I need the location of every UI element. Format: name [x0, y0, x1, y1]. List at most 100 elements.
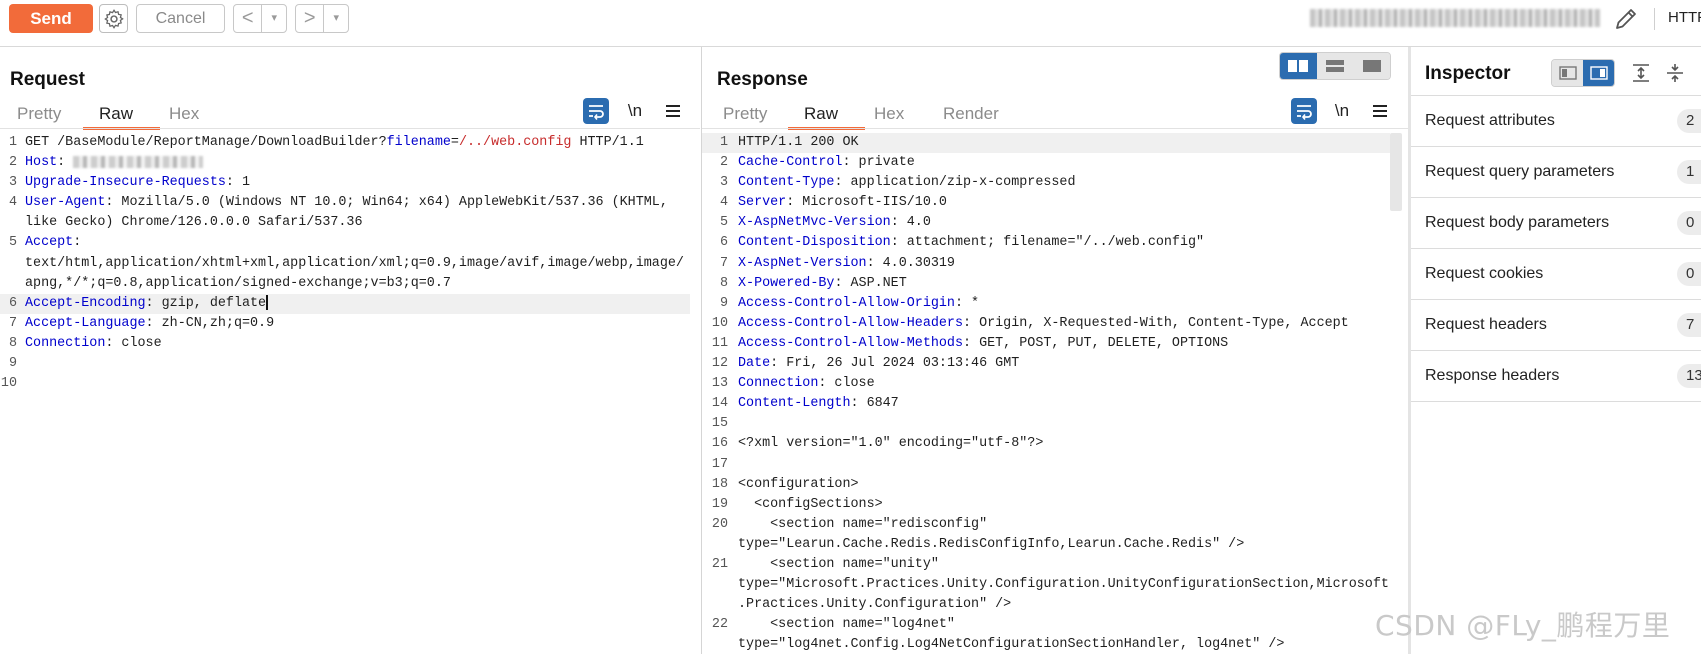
response-code-line: type="Microsoft.Practices.Unity.Configur… — [702, 575, 1390, 595]
response-menu-button[interactable] — [1367, 98, 1393, 124]
response-code-line: 5 X-AspNetMvc-Version: 4.0 — [702, 213, 1390, 233]
protocol-label[interactable]: HTTP — [1668, 9, 1701, 26]
word-wrap-icon — [1297, 105, 1312, 120]
back-button[interactable]: < — [234, 5, 261, 32]
inspector-count-badge: 13 — [1677, 364, 1701, 388]
layout-tabs-button[interactable] — [1353, 53, 1390, 79]
back-nav-group: < ▾ — [233, 4, 287, 33]
header-name: User-Agent — [25, 195, 106, 211]
response-editor[interactable]: 1 HTTP/1.1 200 OK 2 Cache-Control: private 3… — [702, 133, 1390, 655]
back-history-dropdown[interactable]: ▾ — [261, 5, 286, 32]
collapse-all-icon[interactable] — [1663, 61, 1687, 85]
response-code-line: 11 Access-Control-Allow-Methods: GET, POS… — [702, 334, 1390, 354]
response-scrollbar[interactable] — [1390, 133, 1402, 211]
code-text: type="log4net.Config.Log4NetConfiguratio… — [738, 637, 1285, 653]
code-text: : Fri, 26 Jul 2024 03:13:46 GMT — [770, 356, 1020, 372]
inspector-layout-right-button[interactable] — [1583, 60, 1614, 86]
inspector-section-response-headers[interactable]: Response headers 13 — [1411, 352, 1701, 402]
inspector-layout-left-button[interactable] — [1552, 60, 1583, 86]
cancel-button[interactable]: Cancel — [136, 4, 225, 33]
inspector-section-request-cookies[interactable]: Request cookies 0 — [1411, 250, 1701, 300]
response-wrap-toggle[interactable] — [1291, 98, 1317, 124]
forward-button[interactable]: > — [296, 5, 323, 32]
panel-left-icon — [1558, 66, 1577, 80]
header-name: X-Powered-By — [738, 275, 835, 291]
header-name: Access-Control-Allow-Methods — [738, 335, 963, 351]
code-text: : attachment; filename="/../web.config" — [890, 235, 1205, 251]
single-pane-icon — [1362, 60, 1381, 72]
request-tab-pretty[interactable]: Pretty — [17, 104, 61, 124]
response-code-line: 12 Date: Fri, 26 Jul 2024 03:13:46 GMT — [702, 354, 1390, 374]
response-code-line: 18 <configuration> — [702, 475, 1390, 495]
request-newline-toggle[interactable]: \n — [622, 98, 648, 124]
forward-nav-group: > ▾ — [295, 4, 349, 33]
response-code-line: 9 Access-Control-Allow-Origin: * — [702, 294, 1390, 314]
response-code-line: 10 Access-Control-Allow-Headers: Origin, … — [702, 314, 1390, 334]
line-number: 1 — [719, 135, 728, 150]
request-menu-button[interactable] — [660, 98, 686, 124]
response-code-line: type="Learun.Cache.Redis.RedisConfigInfo… — [702, 535, 1390, 555]
request-tab-raw[interactable]: Raw — [99, 104, 133, 124]
code-text: <?xml version="1.0" encoding="utf-8"?> — [738, 436, 1044, 452]
header-name: Access-Control-Allow-Headers — [738, 315, 963, 331]
send-button[interactable]: Send — [9, 4, 93, 33]
response-code-line: 17 — [702, 455, 1390, 475]
response-code-line: 6 Content-Disposition: attachment; filena… — [702, 233, 1390, 253]
code-text: <section name="redisconfig" — [738, 516, 988, 532]
line-number: 12 — [711, 356, 728, 372]
line-number: 22 — [711, 617, 728, 633]
response-code-line: 8 X-Powered-By: ASP.NET — [702, 274, 1390, 294]
layout-side-by-side-button[interactable] — [1280, 53, 1317, 79]
layout-stacked-button[interactable] — [1316, 53, 1354, 79]
request-editor[interactable]: 1 GET /BaseModule/ReportManage/DownloadBu… — [0, 133, 690, 394]
settings-button[interactable] — [99, 4, 128, 33]
inspector-section-request-query-parameters[interactable]: Request query parameters 1 — [1411, 148, 1701, 198]
code-text: : — [73, 235, 82, 251]
expand-all-icon[interactable] — [1629, 61, 1653, 85]
header-name: Content-Type — [738, 175, 835, 191]
target-host-redacted[interactable] — [1310, 9, 1600, 27]
code-text: .Practices.Unity.Configuration" /> — [738, 597, 1012, 613]
header-name: Accept-Encoding — [25, 295, 146, 311]
response-tab-hex[interactable]: Hex — [874, 104, 904, 124]
code-text: type="Learun.Cache.Redis.RedisConfigInfo… — [738, 536, 1245, 552]
rows-icon — [1326, 60, 1344, 72]
request-wrap-toggle[interactable] — [583, 98, 609, 124]
code-text: text/html,application/xhtml+xml,applicat… — [25, 255, 684, 271]
response-newline-toggle[interactable]: \n — [1329, 98, 1355, 124]
request-code-line: 8 Connection: close — [0, 334, 690, 354]
line-number: 21 — [711, 556, 728, 572]
response-tab-pretty[interactable]: Pretty — [723, 104, 767, 124]
line-number: 8 — [8, 335, 17, 351]
code-text: : close — [818, 376, 875, 392]
pencil-icon[interactable] — [1612, 5, 1640, 33]
inspector-section-request-attributes[interactable]: Request attributes 2 — [1411, 97, 1701, 147]
header-name: Connection — [738, 376, 819, 392]
response-tabs-rule — [702, 128, 1408, 129]
line-number: 2 — [719, 155, 728, 171]
code-text: : Mozilla/5.0 (Windows NT 10.0; Win64; x… — [105, 195, 668, 211]
request-tab-hex[interactable]: Hex — [169, 104, 199, 124]
inspector-count-badge: 2 — [1677, 109, 1701, 133]
forward-history-dropdown[interactable]: ▾ — [323, 5, 348, 32]
inspector-section-request-body-parameters[interactable]: Request body parameters 0 — [1411, 199, 1701, 249]
line-number: 20 — [711, 516, 728, 532]
inspector-section-request-headers[interactable]: Request headers 7 — [1411, 301, 1701, 351]
response-tab-raw[interactable]: Raw — [804, 104, 838, 124]
request-code-line: 9 — [0, 354, 690, 374]
line-number: 3 — [719, 175, 728, 191]
code-text: : — [57, 155, 74, 171]
request-code-line: text/html,application/xhtml+xml,applicat… — [0, 254, 690, 274]
top-toolbar: Send Cancel < ▾ > ▾ HTTP — [0, 0, 1701, 47]
response-code-line: 3 Content-Type: application/zip-x-compres… — [702, 173, 1390, 193]
request-code-line: 6 Accept-Encoding: gzip, deflate — [0, 293, 690, 314]
code-text: : 4.0.30319 — [866, 255, 955, 271]
inspector-section-label: Request cookies — [1425, 265, 1544, 282]
code-text: : Microsoft-IIS/10.0 — [786, 195, 947, 211]
line-number: 18 — [711, 476, 728, 492]
response-code-line: 19 <configSections> — [702, 495, 1390, 515]
response-code-line: 4 Server: Microsoft-IIS/10.0 — [702, 193, 1390, 213]
header-name: X-AspNetMvc-Version — [738, 215, 891, 231]
code-text: : * — [954, 295, 980, 311]
response-tab-render[interactable]: Render — [943, 104, 999, 124]
